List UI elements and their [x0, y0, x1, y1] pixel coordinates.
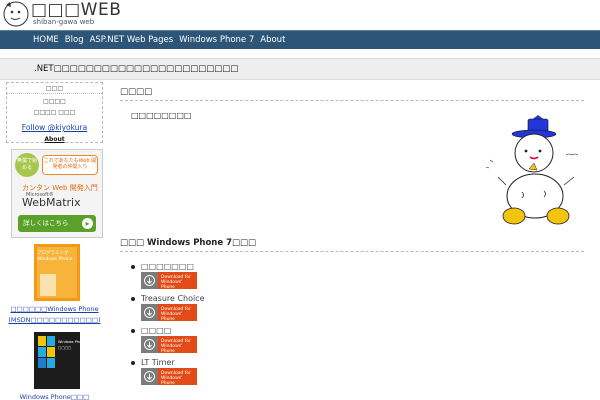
section-heading-apps: □□□ Windows Phone 7□□□ — [120, 238, 584, 252]
app-name: □□□□ — [141, 326, 172, 335]
main-content: □□□□ □□□□□□□□ □□□ Windows Phone 7□□□ □□□… — [114, 80, 600, 400]
bullet-icon — [131, 361, 135, 365]
bullet-icon — [131, 297, 135, 301]
list-item: Treasure Choice Download for Windows' Pho… — [129, 294, 329, 326]
profile-line-1: □□□□ — [43, 98, 66, 105]
snowman-illustration — [485, 115, 579, 225]
banner-badge: 無償で始める — [15, 153, 39, 177]
nav-blog[interactable]: Blog — [65, 34, 84, 46]
profile-box: □□□ □□□□ □□□□ □□□ Follow @kiyokura About — [6, 82, 103, 143]
site-subtitle: shiban-gawa web — [33, 18, 95, 26]
list-item: LT Timer Download for Windows' Phone — [129, 358, 329, 390]
download-windows-phone-button[interactable]: Download for Windows' Phone — [141, 336, 197, 354]
banner-button-label: 詳しくはこちら — [23, 219, 69, 227]
book-caption-line-2[interactable]: (MSDN□□□□□□□□□□□) — [6, 315, 103, 325]
download-icon — [141, 336, 158, 353]
main-nav: HOME Blog ASP.NET Web Pages Windows Phon… — [0, 30, 600, 49]
book-caption-line-1[interactable]: Windows Phone□□□ □□□□□□ — [6, 392, 103, 400]
profile-line-2: □□□□ □□□ — [33, 109, 76, 116]
bullet-icon — [131, 329, 135, 333]
profile-about-link[interactable]: About — [7, 136, 102, 143]
arrow-right-icon: ▸ — [82, 218, 93, 229]
nav-home[interactable]: HOME — [33, 34, 59, 46]
nav-aspnet-web-pages[interactable]: ASP.NET Web Pages — [90, 34, 174, 46]
nav-windows-phone-7[interactable]: Windows Phone 7 — [179, 34, 254, 46]
banner-product-name: WebMatrix — [22, 196, 81, 209]
app-name: LT Timer — [141, 358, 175, 367]
profile-heading: □□□ — [7, 83, 102, 94]
download-icon — [141, 304, 158, 321]
book-cover-title: プログラミング — [37, 251, 69, 256]
bullet-icon — [131, 265, 135, 269]
download-label-2: Windows' Phone — [161, 312, 183, 322]
download-label-2: Windows' Phone — [161, 376, 183, 386]
download-icon — [141, 272, 158, 289]
list-item: □□□□ Download for Windows' Phone — [129, 326, 329, 358]
nav-about[interactable]: About — [260, 34, 285, 46]
download-windows-phone-button[interactable]: Download for Windows' Phone — [141, 368, 197, 386]
app-list: □□□□□□□ Download for Windows' Phone Treas… — [129, 262, 329, 390]
book-cover-subtitle: Windows Phone — [37, 257, 73, 262]
site-title[interactable]: □□□WEB — [31, 1, 121, 19]
snowman-logo-icon[interactable] — [2, 1, 30, 29]
download-windows-phone-button[interactable]: Download for Windows' Phone — [141, 272, 197, 290]
book-caption-line-1[interactable]: □□□□□□Windows Phone — [6, 304, 103, 314]
book2-cover-title: Windows Phone — [58, 340, 86, 344]
list-item: □□□□□□□ Download for Windows' Phone — [129, 262, 329, 294]
intro-text: □□□□□□□□ — [131, 111, 192, 120]
section-heading-intro: □□□□ — [120, 87, 584, 101]
page-title: .NET□□□□□□□□□□□□□□□□□□□□□□□ — [34, 64, 239, 74]
banner-note: これであなたもWeb 開発者の仲間入り — [42, 155, 98, 175]
app-name: □□□□□□□ — [141, 262, 194, 271]
sidebar: □□□ □□□□ □□□□ □□□ Follow @kiyokura About… — [4, 80, 105, 400]
download-icon — [141, 368, 158, 385]
download-windows-phone-button[interactable]: Download for Windows' Phone — [141, 304, 197, 322]
app-name: Treasure Choice — [141, 294, 205, 303]
page-title-bar: .NET□□□□□□□□□□□□□□□□□□□□□□□ — [0, 58, 600, 80]
download-label-2: Windows' Phone — [161, 280, 183, 290]
follow-twitter-link[interactable]: Follow @kiyokura — [7, 123, 102, 132]
book2-cover-subtitle: □□□□ — [58, 346, 72, 350]
site-header: □□□WEB shiban-gawa web — [0, 0, 600, 30]
webmatrix-banner[interactable]: 無償で始める これであなたもWeb 開発者の仲間入り カンタン Web 開発入門… — [11, 149, 103, 238]
download-label-2: Windows' Phone — [161, 344, 183, 354]
banner-details-button[interactable]: 詳しくはこちら ▸ — [18, 215, 96, 232]
